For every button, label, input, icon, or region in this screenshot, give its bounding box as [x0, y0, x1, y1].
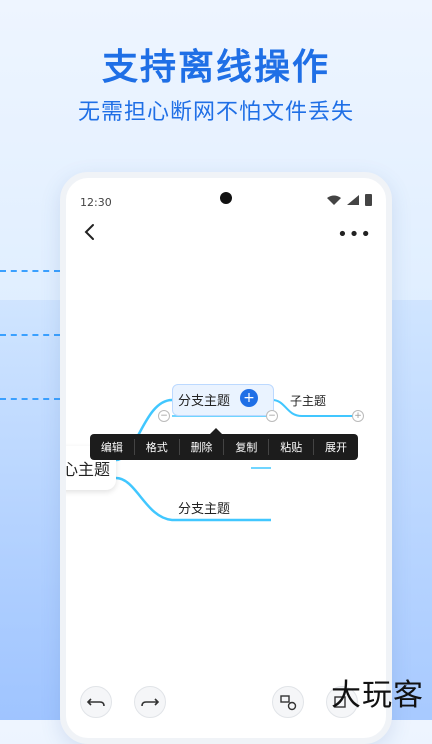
redo-icon — [141, 698, 160, 707]
watermark-logo: 大玩客 — [331, 678, 424, 713]
decorative-dash-line — [0, 334, 60, 336]
node-context-menu: 编辑 格式 删除 复制 粘贴 展开 — [90, 434, 358, 460]
decorative-dash-line — [0, 398, 60, 400]
background-panel-left — [0, 300, 60, 720]
insert-node-button[interactable] — [272, 686, 304, 718]
menu-item-paste[interactable]: 粘贴 — [269, 439, 315, 455]
branch-topic-1[interactable]: 分支主题 — [178, 390, 230, 409]
add-child-button[interactable]: + — [240, 389, 258, 407]
expand-handle[interactable]: + — [352, 410, 364, 422]
undo-button[interactable] — [80, 686, 112, 718]
collapse-handle-left[interactable]: − — [158, 410, 170, 422]
collapse-handle-right[interactable]: − — [266, 410, 278, 422]
promo-headline: 支持离线操作 — [101, 47, 330, 88]
menu-item-expand[interactable]: 展开 — [314, 439, 358, 455]
menu-item-copy[interactable]: 复制 — [224, 439, 270, 455]
menu-item-delete[interactable]: 删除 — [180, 439, 225, 455]
undo-icon — [86, 698, 105, 707]
redo-button[interactable] — [134, 686, 166, 718]
branch-topic-2[interactable]: 分支主题 — [178, 498, 230, 517]
menu-item-edit[interactable]: 编辑 — [90, 439, 135, 455]
decorative-dash-line — [0, 270, 60, 272]
promo-subline: 无需担心断网不怕文件丢失 — [77, 100, 354, 125]
menu-item-format[interactable]: 格式 — [135, 439, 180, 455]
subtopic-node[interactable]: 子主题 — [290, 392, 326, 409]
phone-frame: 12:30 ••• 分支主题 + − − 子主题 + 心主题 分支主题 编辑 格… — [60, 172, 392, 744]
insert-node-icon — [280, 695, 297, 711]
